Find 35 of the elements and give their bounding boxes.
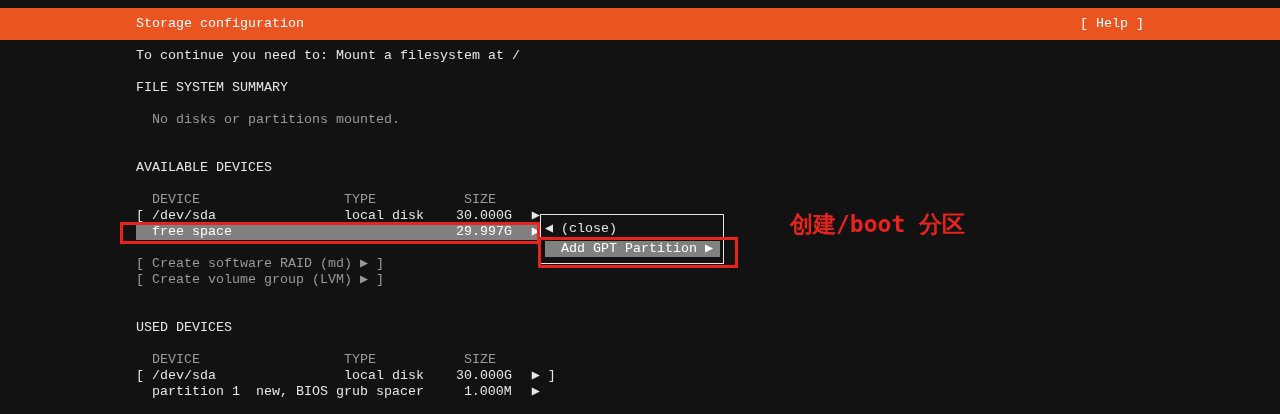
arrow-button[interactable]: ▶	[531, 208, 540, 224]
menu-item[interactable]: Add GPT Partition ▶	[545, 241, 720, 257]
help-button[interactable]: [ Help ]	[1080, 14, 1144, 34]
device-size: 30.000G	[455, 208, 512, 224]
device-name: free space	[152, 224, 233, 240]
device-name: /dev/sda	[152, 208, 217, 224]
column-header: SIZE	[463, 192, 496, 208]
column-header: DEVICE	[152, 192, 201, 208]
column-header: DEVICE	[152, 352, 201, 368]
action-link[interactable]: [ Create volume group (LVM) ▶ ]	[136, 272, 384, 288]
bracket-text: ]	[547, 368, 556, 384]
instruction-text: To continue you need to: Mount a filesystem at /	[136, 48, 520, 63]
bracket-text: [	[136, 368, 145, 384]
device-name: /dev/sda	[152, 368, 217, 384]
device-type: new, BIOS grub spacer	[254, 384, 424, 400]
empty-message: No disks or partitions mounted.	[152, 112, 400, 128]
arrow-button[interactable]: ▶	[531, 384, 540, 400]
section-heading: AVAILABLE DEVICES	[136, 160, 272, 175]
menu-item[interactable]: ◀ (close)	[545, 221, 720, 237]
section-heading: USED DEVICES	[136, 320, 232, 335]
arrow-button[interactable]: ▶	[531, 368, 540, 384]
action-link[interactable]: [ Create software RAID (md) ▶ ]	[136, 256, 384, 272]
device-type: local disk	[342, 368, 424, 384]
section-heading: FILE SYSTEM SUMMARY	[136, 80, 288, 95]
device-name: partition 1	[152, 384, 241, 400]
device-size: 30.000G	[455, 368, 512, 384]
device-size: 29.997G	[455, 224, 512, 240]
device-type: local disk	[342, 208, 424, 224]
column-header: TYPE	[343, 192, 377, 208]
column-header: TYPE	[343, 352, 377, 368]
column-header: SIZE	[463, 352, 496, 368]
annotation-text: 创建/boot 分区	[790, 210, 966, 238]
screen-title: Storage configuration	[136, 15, 304, 33]
device-size: 1.000M	[462, 384, 512, 400]
bracket-text: [	[136, 208, 145, 224]
